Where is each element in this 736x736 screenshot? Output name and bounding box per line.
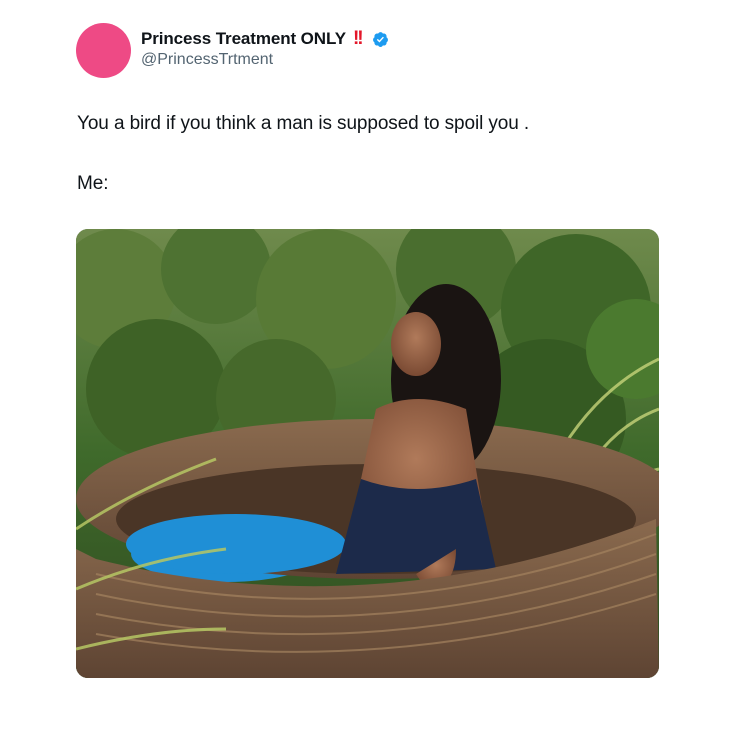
tweet-text-line-2: Me: (77, 173, 109, 194)
author-row: Princess Treatment ONLY !! (141, 27, 389, 51)
avatar[interactable] (76, 23, 131, 78)
display-name[interactable]: Princess Treatment ONLY (141, 29, 346, 49)
tweet-photo[interactable] (76, 229, 659, 678)
verified-badge-icon (372, 31, 389, 48)
tweet-card: Princess Treatment ONLY !! @PrincessTrtm… (0, 0, 736, 736)
photo-jungle-nest-woman (76, 229, 659, 678)
double-exclamation-emoji-icon: !! (352, 28, 364, 49)
tweet-text-line-1: You a bird if you think a man is suppose… (77, 113, 530, 134)
handle[interactable]: @PrincessTrtment (141, 51, 273, 69)
